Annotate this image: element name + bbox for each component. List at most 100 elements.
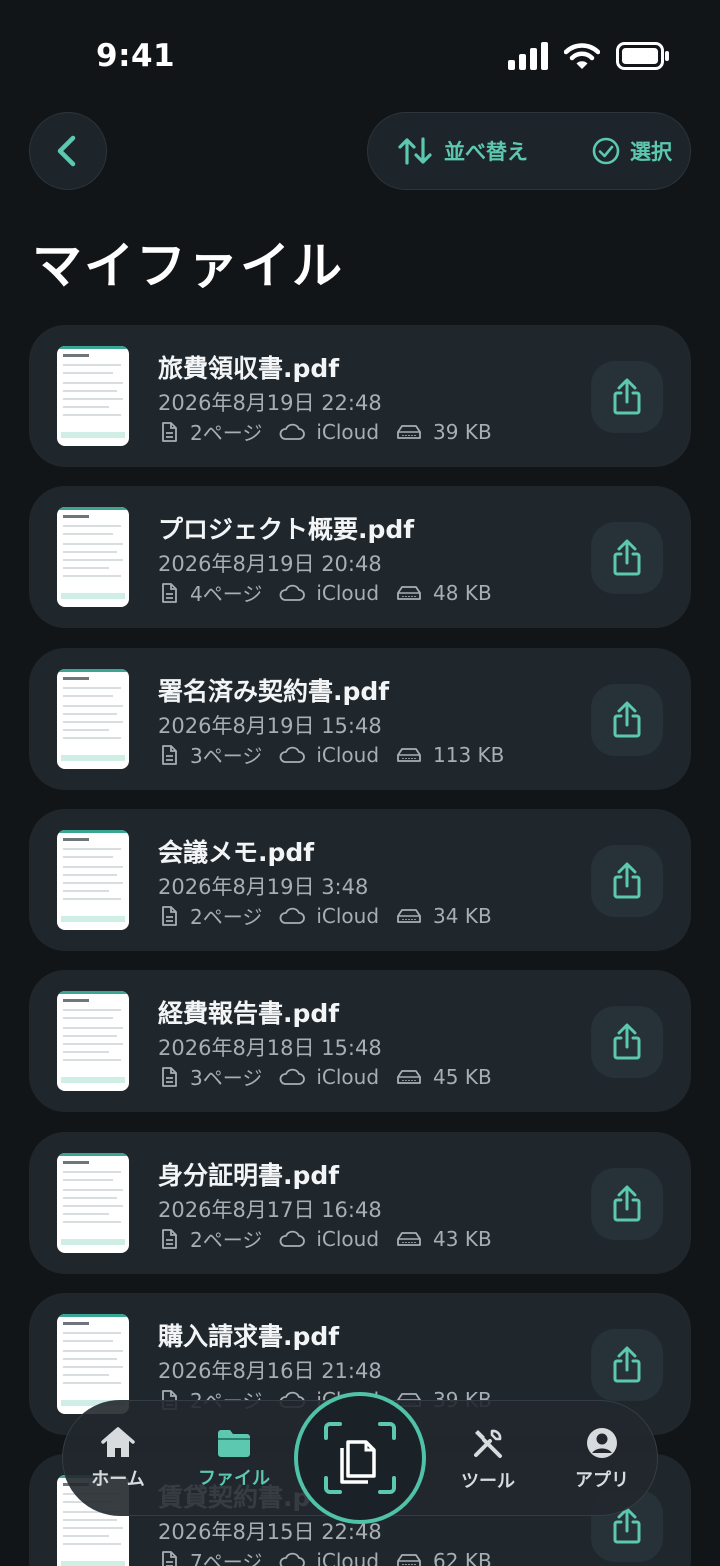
tab-home-label: ホーム [91, 1469, 145, 1490]
tab-files[interactable]: ファイル [179, 1401, 289, 1517]
scan-document-button[interactable] [294, 1392, 426, 1524]
file-date: 2026年8月18日 15:48 [158, 1036, 382, 1060]
home-icon [101, 1427, 135, 1457]
sort-arrows-icon [398, 137, 432, 165]
tab-tools[interactable]: ツール [433, 1401, 543, 1517]
storage-location: iCloud [316, 742, 380, 767]
sort-label: 並べ替え [444, 140, 528, 164]
tab-apps-label: アプリ [575, 1470, 629, 1491]
drive-icon [397, 1231, 421, 1246]
document-thumbnail [57, 669, 129, 769]
tab-tools-label: ツール [461, 1471, 515, 1492]
file-name: 旅費領収書.pdf [158, 354, 340, 383]
storage-location: iCloud [316, 419, 380, 444]
file-card[interactable]: 会議メモ.pdf 2026年8月19日 3:48 2ページ iCloud 34 … [29, 809, 691, 951]
page-count: 2ページ [190, 421, 263, 445]
drive-icon [397, 1069, 421, 1084]
tab-home[interactable]: ホーム [63, 1401, 173, 1517]
page-icon [162, 905, 177, 926]
share-button[interactable] [591, 1329, 663, 1401]
file-size: 62 KB [433, 1548, 492, 1566]
back-button[interactable] [29, 112, 107, 190]
file-name: 身分証明書.pdf [158, 1161, 340, 1190]
tools-icon [474, 1429, 502, 1458]
file-size: 39 KB [433, 419, 492, 444]
sort-button[interactable]: 並べ替え [398, 113, 528, 189]
file-size: 48 KB [433, 580, 492, 605]
file-card[interactable]: 身分証明書.pdf 2026年8月17日 16:48 2ページ iCloud 4… [29, 1132, 691, 1274]
share-button[interactable] [591, 845, 663, 917]
battery-icon [616, 42, 669, 70]
wifi-icon [564, 43, 600, 69]
share-icon [613, 1023, 641, 1060]
file-size: 45 KB [433, 1064, 492, 1089]
file-meta: 2ページ iCloud 39 KB [158, 417, 508, 446]
file-meta: 3ページ iCloud 45 KB [158, 1062, 508, 1091]
document-thumbnail [57, 830, 129, 930]
storage-location: iCloud [316, 1548, 380, 1566]
cloud-icon [279, 1230, 306, 1247]
cloud-icon [279, 907, 306, 924]
status-bar: 9:41 [0, 0, 720, 110]
drive-icon [397, 908, 421, 923]
cloud-icon [279, 746, 306, 763]
check-circle-icon [592, 137, 620, 165]
file-size: 34 KB [433, 903, 492, 928]
file-date: 2026年8月19日 3:48 [158, 875, 369, 899]
page-count: 2ページ [190, 905, 263, 929]
select-label: 選択 [630, 140, 672, 164]
share-icon [613, 862, 641, 899]
select-button[interactable]: 選択 [592, 113, 672, 189]
storage-location: iCloud [316, 903, 380, 928]
storage-location: iCloud [316, 1226, 380, 1251]
page-icon [162, 1550, 177, 1566]
file-card[interactable]: 署名済み契約書.pdf 2026年8月19日 15:48 3ページ iCloud… [29, 648, 691, 790]
document-thumbnail [57, 1314, 129, 1414]
page-icon [162, 582, 177, 603]
page-icon [162, 1228, 177, 1249]
file-meta: 2ページ iCloud 43 KB [158, 1224, 508, 1253]
file-meta: 2ページ iCloud 34 KB [158, 901, 508, 930]
page-icon [162, 744, 177, 765]
file-meta: 3ページ iCloud 113 KB [158, 740, 520, 769]
file-size: 43 KB [433, 1226, 492, 1251]
share-icon [613, 378, 641, 415]
document-thumbnail [57, 991, 129, 1091]
status-icons [508, 42, 670, 70]
file-card[interactable]: プロジェクト概要.pdf 2026年8月19日 20:48 4ページ iClou… [29, 486, 691, 628]
share-button[interactable] [591, 1168, 663, 1240]
share-icon [613, 539, 641, 576]
drive-icon [397, 585, 421, 600]
page-count: 3ページ [190, 744, 263, 768]
file-name: 会議メモ.pdf [158, 838, 315, 867]
share-icon [613, 1185, 641, 1222]
folder-icon [218, 1430, 250, 1457]
cloud-icon [279, 584, 306, 601]
file-date: 2026年8月17日 16:48 [158, 1198, 382, 1222]
page-count: 4ページ [190, 582, 263, 606]
file-name: 購入請求書.pdf [158, 1322, 340, 1351]
toolbar-pill: 並べ替え 選択 [367, 112, 691, 190]
share-button[interactable] [591, 361, 663, 433]
file-card[interactable]: 旅費領収書.pdf 2026年8月19日 22:48 2ページ iCloud 3… [29, 325, 691, 467]
share-button[interactable] [591, 1006, 663, 1078]
file-card[interactable]: 経費報告書.pdf 2026年8月18日 15:48 3ページ iCloud 4… [29, 970, 691, 1112]
page-count: 3ページ [190, 1066, 263, 1090]
file-date: 2026年8月19日 22:48 [158, 391, 382, 415]
file-meta: 4ページ iCloud 48 KB [158, 578, 508, 607]
drive-icon [397, 747, 421, 762]
cellular-signal-icon [508, 42, 548, 70]
page-count: 2ページ [190, 1228, 263, 1252]
chevron-left-icon [57, 135, 76, 167]
document-thumbnail [57, 1153, 129, 1253]
share-button[interactable] [591, 522, 663, 594]
tab-apps[interactable]: アプリ [547, 1401, 657, 1517]
file-size: 113 KB [433, 742, 505, 767]
file-meta: 7ページ iCloud 62 KB [158, 1546, 508, 1566]
file-date: 2026年8月16日 21:48 [158, 1359, 382, 1383]
storage-location: iCloud [316, 1064, 380, 1089]
drive-icon [397, 424, 421, 439]
document-thumbnail [57, 346, 129, 446]
share-button[interactable] [591, 684, 663, 756]
drive-icon [397, 1553, 421, 1566]
